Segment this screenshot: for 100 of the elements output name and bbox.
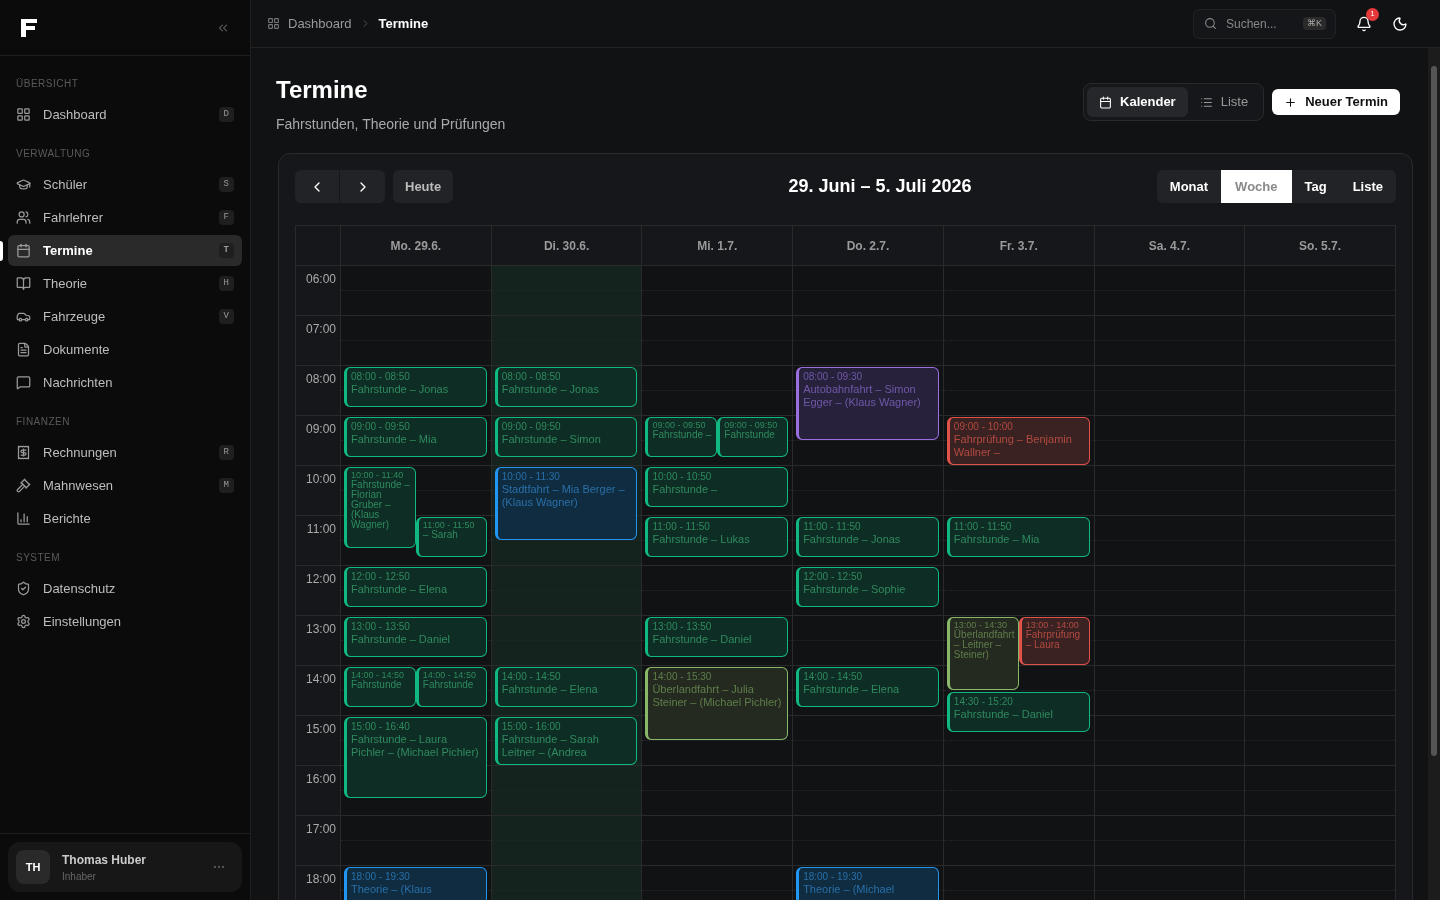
users-icon bbox=[16, 210, 31, 225]
event-title: Fahrstunde – Jonas bbox=[803, 533, 902, 546]
chat-icon bbox=[16, 375, 31, 390]
hour-label: 08:00 bbox=[305, 371, 336, 388]
event-time: 14:00 - 15:30 bbox=[652, 670, 713, 683]
event-time: 11:00 - 11:50 bbox=[652, 520, 711, 533]
sidebar-item[interactable]: Datenschutz bbox=[8, 573, 242, 604]
sidebar-item[interactable]: Nachrichten bbox=[8, 367, 242, 398]
calendar-event[interactable]: 11:00 - 11:50 Fahrstunde – Mia bbox=[946, 517, 1090, 557]
date-range: 29. Juni – 5. Juli 2026 bbox=[788, 175, 972, 198]
event-title: – Sarah bbox=[422, 530, 459, 540]
new-appointment-button[interactable]: Neuer Termin bbox=[1272, 89, 1400, 115]
event-title: Fahrstunde – Sophie bbox=[803, 583, 907, 596]
sidebar-item[interactable]: Theorie H bbox=[8, 268, 242, 299]
shortcut-key: H bbox=[218, 275, 234, 292]
hour-label: 07:00 bbox=[305, 321, 336, 338]
event-title: Theorie – (Michael bbox=[803, 883, 896, 896]
calendar-event[interactable]: 11:00 - 11:50 Fahrstunde – Jonas bbox=[796, 517, 939, 557]
event-title: Überlandfahrt – Leitner – Steiner) bbox=[953, 630, 1014, 660]
view-tab[interactable]: Liste bbox=[1339, 170, 1396, 203]
event-time: 15:00 - 16:40 bbox=[351, 720, 411, 733]
calendar-event[interactable]: 10:00 - 11:40 Fahrstunde – Florian Gruber – (Klaus Wagner) bbox=[344, 467, 416, 549]
calendar-event[interactable]: 08:00 - 08:50 Fahrstunde – Jonas bbox=[344, 367, 487, 407]
calendar-event[interactable]: 13:00 - 14:30 Überlandfahrt – Leitner – Steiner) bbox=[946, 617, 1019, 690]
calendar-event[interactable]: 13:00 - 13:50 Fahrstunde – Daniel bbox=[344, 617, 487, 657]
calendar-event[interactable]: 08:00 - 09:30 Autobahnfahrt – Simon Egger – (Klaus Wagner) bbox=[796, 367, 939, 440]
event-title: Stadtfahrt – Mia Berger – (Klaus Wagner) bbox=[501, 483, 626, 509]
event-time: 14:30 - 15:20 bbox=[953, 695, 1014, 708]
event-title: Fahrstunde – bbox=[652, 430, 713, 440]
receipt-icon bbox=[16, 445, 31, 460]
event-time: 09:00 - 09:50 bbox=[652, 420, 707, 430]
breadcrumb-item[interactable]: Dashboard bbox=[288, 13, 352, 34]
event-time: 18:00 - 19:30 bbox=[803, 870, 864, 883]
calendar-event[interactable]: 10:00 - 11:30 Stadtfahrt – Mia Berger – (Klaus Wagner) bbox=[494, 467, 638, 540]
sidebar-item[interactable]: Mahnwesen M bbox=[8, 470, 242, 501]
event-title: Fahrstunde – bbox=[652, 483, 719, 496]
calendar-event[interactable]: 13:00 - 13:50 Fahrstunde – Daniel bbox=[645, 617, 789, 657]
moon-icon[interactable] bbox=[1392, 15, 1408, 32]
event-time: 10:00 - 11:40 bbox=[351, 470, 405, 480]
calendar-event[interactable]: 18:00 - 19:30 Theorie – (Klaus bbox=[344, 867, 487, 900]
calendar-event[interactable]: 15:00 - 16:40 Fahrstunde – Laura Pichler – (Michael Pichler) bbox=[344, 717, 487, 799]
calendar-event[interactable]: 14:00 - 14:50 Fahrstunde – Elena bbox=[494, 667, 638, 707]
sidebar-item[interactable]: Dashboard D bbox=[8, 99, 242, 130]
hour-label: 09:00 bbox=[305, 421, 336, 438]
user-card[interactable]: TH Thomas Huber Inhaber bbox=[8, 842, 242, 892]
calendar-icon bbox=[1099, 95, 1113, 109]
calendar-event[interactable]: 13:00 - 14:00 Fahrprüfung – Laura bbox=[1018, 617, 1090, 665]
sidebar-item[interactable]: Rechnungen R bbox=[8, 437, 242, 468]
event-time: 09:00 - 09:50 bbox=[501, 420, 562, 433]
notification-badge: 1 bbox=[1366, 7, 1379, 21]
calendar-event[interactable]: 09:00 - 09:50 Fahrstunde – Mia bbox=[344, 417, 487, 457]
calendar-event[interactable]: 15:00 - 16:00 Fahrstunde – Sarah Leitner – (Andrea bbox=[494, 717, 638, 765]
calendar-event[interactable]: 08:00 - 08:50 Fahrstunde – Jonas bbox=[494, 367, 638, 407]
view-tab[interactable]: Tag bbox=[1291, 170, 1340, 203]
calendar-event[interactable]: 14:00 - 15:30 Überlandfahrt – Julia Steiner – (Michael Pichler) bbox=[645, 667, 789, 740]
sidebar-item[interactable]: Fahrlehrer F bbox=[8, 202, 242, 233]
event-time: 13:00 - 14:30 bbox=[953, 620, 1007, 630]
calendar-event[interactable]: 14:00 - 14:50 Fahrstunde – Elena bbox=[796, 667, 939, 707]
calendar-event[interactable]: 12:00 - 12:50 Fahrstunde – Sophie bbox=[796, 567, 939, 607]
calendar-event[interactable]: 14:00 - 14:50 Fahrstunde bbox=[344, 667, 416, 707]
calendar-event[interactable]: 09:00 - 10:00 Fahrprüfung – Benjamin Wallner – bbox=[946, 417, 1090, 465]
view-tab[interactable]: Woche bbox=[1221, 170, 1292, 203]
page-subtitle: Fahrstunden, Theorie und Prüfungen bbox=[276, 115, 506, 134]
today-button[interactable]: Heute bbox=[393, 170, 454, 203]
sidebar-item[interactable]: Termine T bbox=[8, 235, 242, 266]
graduation-cap-icon bbox=[16, 177, 31, 192]
sidebar-item[interactable]: Einstellungen bbox=[8, 606, 242, 637]
calendar-event[interactable]: 09:00 - 09:50 Fahrstunde bbox=[717, 417, 789, 457]
bell-icon[interactable] bbox=[1356, 15, 1372, 32]
view-tab[interactable]: Monat bbox=[1156, 170, 1222, 203]
section-title: SYSTEM bbox=[15, 551, 62, 565]
event-title: Fahrstunde – Daniel bbox=[351, 633, 452, 646]
shortcut-key: D bbox=[218, 106, 234, 123]
shortcut-key: V bbox=[218, 308, 234, 325]
event-title: Fahrstunde – Sarah Leitner – (Andrea bbox=[501, 733, 600, 759]
event-title: Fahrstunde – Jonas bbox=[501, 383, 600, 396]
calendar-event[interactable]: 14:00 - 14:50 Fahrstunde bbox=[415, 667, 487, 707]
hour-label: 16:00 bbox=[305, 771, 336, 788]
calendar-event[interactable]: 14:30 - 15:20 Fahrstunde – Daniel bbox=[946, 692, 1090, 732]
hammer-icon bbox=[16, 478, 31, 493]
calendar-event[interactable]: 12:00 - 12:50 Fahrstunde – Elena bbox=[344, 567, 487, 607]
event-title: Fahrstunde – Simon bbox=[501, 433, 602, 446]
sidebar-item[interactable]: Fahrzeuge V bbox=[8, 301, 242, 332]
calendar-event[interactable]: 10:00 - 10:50 Fahrstunde – bbox=[645, 467, 789, 507]
event-time: 08:00 - 09:30 bbox=[803, 370, 864, 383]
view-toggle[interactable]: Liste bbox=[1187, 87, 1261, 117]
sidebar-item[interactable]: Schüler S bbox=[8, 169, 242, 200]
calendar-event[interactable]: 09:00 - 09:50 Fahrstunde – Simon bbox=[494, 417, 638, 457]
calendar-event[interactable]: 11:00 - 11:50 – Sarah bbox=[415, 517, 487, 557]
sidebar-item[interactable]: Dokumente bbox=[8, 334, 242, 365]
page-title: Termine bbox=[276, 75, 369, 105]
sidebar-item[interactable]: Berichte bbox=[8, 503, 242, 534]
calendar-event[interactable]: 09:00 - 09:50 Fahrstunde – bbox=[645, 417, 718, 457]
scrollbar[interactable] bbox=[1428, 48, 1440, 900]
view-toggle[interactable]: Kalender bbox=[1087, 87, 1188, 117]
calendar-event[interactable]: 18:00 - 19:30 Theorie – (Michael bbox=[796, 867, 939, 900]
event-time: 18:00 - 19:30 bbox=[351, 870, 411, 883]
list-icon bbox=[1199, 95, 1213, 109]
shield-icon bbox=[16, 581, 31, 596]
calendar-event[interactable]: 11:00 - 11:50 Fahrstunde – Lukas bbox=[645, 517, 789, 557]
